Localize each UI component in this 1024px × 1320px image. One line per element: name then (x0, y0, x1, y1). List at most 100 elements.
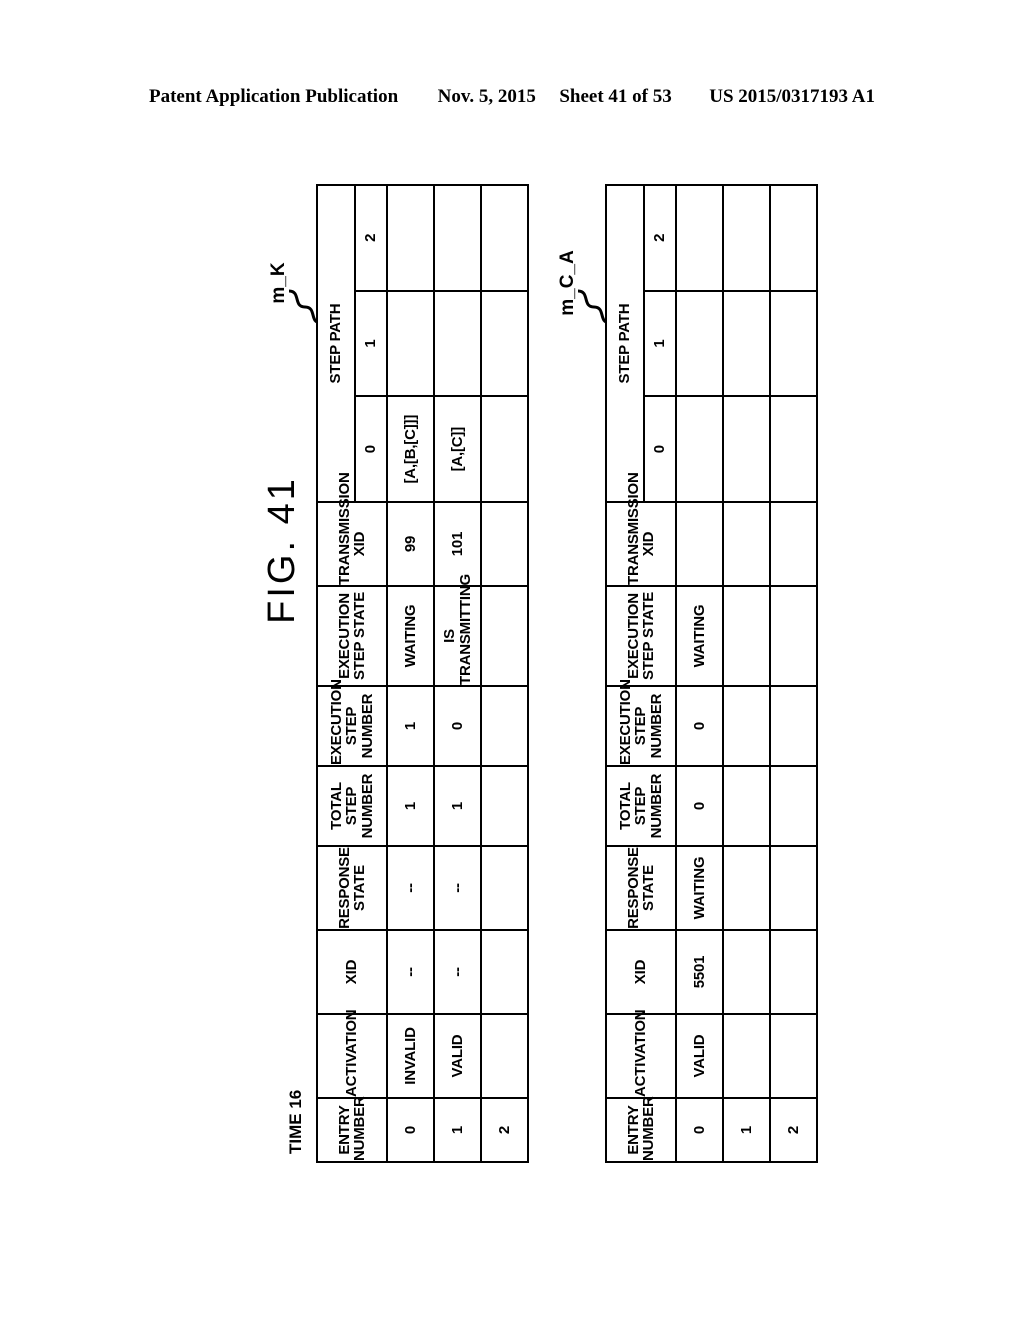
table-m-k-wrapper: ENTRY NUMBER ACTIVATION XID RESPONSE STATE… (316, 184, 529, 1163)
header-patent-number: US 2015/0317193 A1 (709, 86, 875, 107)
cell-transmission-xid (676, 502, 723, 586)
figure-title: FIG. 41 (261, 476, 303, 624)
col-step-path-0: 0 (355, 396, 387, 502)
cell-response-state (723, 846, 770, 930)
table-row: 2 (481, 185, 528, 1162)
cell-step-path-0 (676, 396, 723, 502)
col-step-path: STEP PATH (606, 185, 644, 502)
cell-total-step-number: 0 (676, 766, 723, 846)
cell-response-state: WAITING (676, 846, 723, 930)
col-step-path-2: 2 (355, 185, 387, 291)
cell-step-path-1 (387, 290, 434, 397)
cell-step-path-2 (434, 185, 481, 291)
cell-xid (770, 930, 817, 1014)
cell-xid: -- (434, 930, 481, 1014)
table-row: 0 VALID 5501 WAITING 0 0 WAITING (676, 185, 723, 1162)
cell-step-path-2 (676, 185, 723, 291)
table-m-c-a-body: 0 VALID 5501 WAITING 0 0 WAITING 1 2 (676, 185, 817, 1162)
cell-step-path-2 (770, 185, 817, 291)
cell-execution-step-number: 0 (676, 686, 723, 766)
cell-transmission-xid (723, 502, 770, 586)
cell-entry-number: 0 (676, 1098, 723, 1162)
cell-execution-step-state: IS TRANSMITTING (434, 574, 481, 686)
cell-entry-number: 1 (723, 1098, 770, 1162)
cell-xid: 5501 (676, 930, 723, 1014)
cell-step-path-1 (676, 290, 723, 397)
table-m-c-a: ENTRY NUMBER ACTIVATION XID RESPONSE STATE… (605, 184, 818, 1163)
col-execution-step-state: EXECUTION STEP STATE (317, 586, 387, 686)
cell-step-path-0 (770, 396, 817, 502)
table-m-c-a-wrapper: ENTRY NUMBER ACTIVATION XID RESPONSE STATE… (605, 184, 818, 1163)
col-step-path-0: 0 (644, 396, 676, 502)
header-row-top: ENTRY NUMBER ACTIVATION XID RESPONSE STATE… (606, 185, 676, 1162)
table-m-c-a-head: ENTRY NUMBER ACTIVATION XID RESPONSE STATE… (606, 185, 676, 1162)
col-execution-step-number: EXECUTION STEP NUMBER (606, 679, 676, 766)
cell-step-path-1 (770, 290, 817, 397)
col-entry-number: ENTRY NUMBER (317, 1096, 387, 1162)
time-label: TIME 16 (286, 1089, 305, 1154)
col-execution-step-state: EXECUTION STEP STATE (606, 586, 676, 686)
col-step-path-1: 1 (355, 290, 387, 397)
header-publication: Patent Application Publication (149, 86, 399, 107)
col-xid: XID (606, 930, 676, 1014)
table-m-k-head: ENTRY NUMBER ACTIVATION XID RESPONSE STATE… (317, 185, 387, 1162)
cell-step-path-2 (723, 185, 770, 291)
cell-activation (770, 1014, 817, 1098)
cell-response-state: -- (387, 846, 434, 930)
col-step-path-1: 1 (644, 290, 676, 397)
cell-activation (481, 1014, 528, 1098)
cell-step-path-1 (723, 290, 770, 397)
cell-response-state (481, 846, 528, 930)
cell-entry-number: 0 (387, 1098, 434, 1162)
cell-response-state (770, 846, 817, 930)
cell-execution-step-number (481, 686, 528, 766)
cell-execution-step-state: WAITING (387, 586, 434, 686)
col-xid: XID (317, 930, 387, 1014)
cell-xid: -- (387, 930, 434, 1014)
col-response-state: RESPONSE STATE (606, 846, 676, 930)
cell-activation: VALID (434, 1014, 481, 1098)
cell-xid (481, 930, 528, 1014)
header-sheet: Sheet 41 of 53 (559, 86, 672, 107)
cell-entry-number: 1 (434, 1098, 481, 1162)
cell-step-path-2 (481, 185, 528, 291)
cell-xid (723, 930, 770, 1014)
col-entry-number: ENTRY NUMBER (606, 1096, 676, 1162)
col-transmission-xid: TRANSMISSION XID (317, 472, 387, 586)
col-activation: ACTIVATION (317, 1010, 387, 1098)
page-header: Patent Application Publication Nov. 5, 2… (0, 86, 1024, 108)
cell-response-state: -- (434, 846, 481, 930)
cell-execution-step-state (770, 586, 817, 686)
cell-total-step-number: 1 (387, 766, 434, 846)
cell-execution-step-number: 1 (387, 686, 434, 766)
cell-transmission-xid: 99 (387, 502, 434, 586)
header-date: Nov. 5, 2015 (437, 86, 536, 107)
col-step-path: STEP PATH (317, 185, 355, 502)
cell-execution-step-state (481, 586, 528, 686)
table-row: 1 (723, 185, 770, 1162)
table-row: 0 INVALID -- -- 1 1 WAITING 99 [A,[B,[C]… (387, 185, 434, 1162)
table-row: 1 VALID -- -- 1 0 IS TRANSMITTING 101 [A,… (434, 185, 481, 1162)
cell-execution-step-number: 0 (434, 686, 481, 766)
col-step-path-2: 2 (644, 185, 676, 291)
cell-step-path-0: [A,[B,[C]]] (387, 396, 434, 502)
col-activation: ACTIVATION (606, 1010, 676, 1098)
cell-total-step-number (723, 766, 770, 846)
col-response-state: RESPONSE STATE (317, 846, 387, 930)
cell-transmission-xid (481, 502, 528, 586)
cell-total-step-number (770, 766, 817, 846)
cell-transmission-xid (770, 502, 817, 586)
cell-entry-number: 2 (770, 1098, 817, 1162)
table-row: 2 (770, 185, 817, 1162)
cell-step-path-0: [A,[C]] (434, 396, 481, 502)
col-transmission-xid: TRANSMISSION XID (606, 472, 676, 586)
cell-entry-number: 2 (481, 1098, 528, 1162)
cell-step-path-0 (481, 396, 528, 502)
cell-execution-step-state (723, 586, 770, 686)
cell-activation: VALID (676, 1014, 723, 1098)
cell-step-path-2 (387, 185, 434, 291)
cell-step-path-1 (434, 290, 481, 397)
cell-activation: INVALID (387, 1014, 434, 1098)
cell-execution-step-number (723, 686, 770, 766)
cell-total-step-number: 1 (434, 766, 481, 846)
